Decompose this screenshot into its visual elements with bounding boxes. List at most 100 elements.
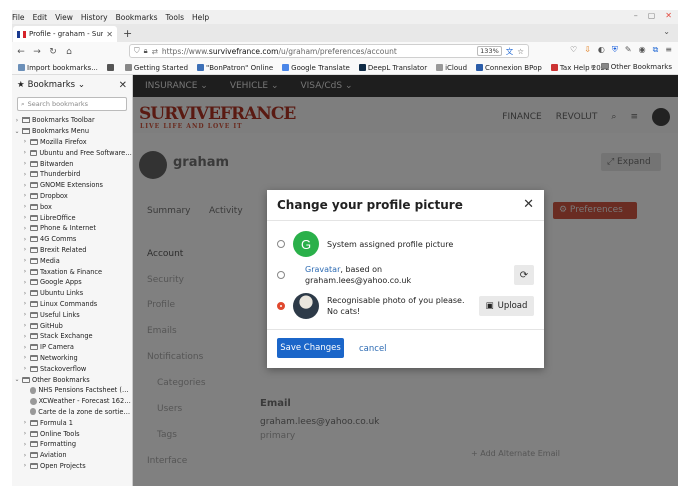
other-bookmarks-folder[interactable]: Other Bookmarks <box>600 63 672 71</box>
bookmark-tree-item[interactable]: › Formatting <box>14 439 132 450</box>
bookmark-tree-item[interactable]: › Stackoverflow <box>14 363 132 374</box>
bookmark-item[interactable]: Connexion BPop <box>476 64 542 72</box>
close-icon[interactable]: ✕ <box>665 11 672 20</box>
chevron-right-icon[interactable]: › <box>22 236 28 243</box>
bookmark-tree-item[interactable]: › GitHub <box>14 320 132 331</box>
option-gravatar[interactable]: Gravatar, based on graham.lees@yahoo.co.… <box>277 264 411 286</box>
lock-icon[interactable]: 🔒︎ <box>144 46 148 56</box>
zoom-level[interactable]: 133% <box>477 46 502 56</box>
chevron-right-icon[interactable]: › <box>22 441 28 448</box>
chevron-right-icon[interactable]: › <box>22 354 28 361</box>
radio-gravatar[interactable] <box>277 271 285 279</box>
chevron-right-icon[interactable]: › <box>22 419 28 426</box>
preferences-nav-item[interactable]: Emails <box>147 326 177 336</box>
option-uploaded-photo[interactable]: Recognisable photo of you please. No cat… <box>277 293 477 319</box>
site-nav-item[interactable]: VISA/CdS ⌄ <box>301 81 353 91</box>
chevron-right-icon[interactable]: › <box>22 214 28 221</box>
chevron-right-icon[interactable]: › <box>22 290 28 297</box>
menu-tools[interactable]: Tools <box>166 13 184 22</box>
new-tab-button[interactable]: + <box>123 26 132 42</box>
chevron-right-icon[interactable]: › <box>22 268 28 275</box>
site-nav-item[interactable]: FINANCE <box>502 112 541 122</box>
chevron-right-icon[interactable]: › <box>22 225 28 232</box>
option-system-avatar[interactable]: G System assigned profile picture <box>277 231 453 257</box>
chevron-right-icon[interactable]: › <box>22 344 28 351</box>
hamburger-menu-icon[interactable]: ≡ <box>630 112 638 122</box>
chevron-down-icon[interactable]: ⌄ <box>14 128 20 135</box>
user-avatar[interactable] <box>652 108 670 126</box>
bookmark-tree-item[interactable]: Carte de la zone de sortie 1 ... <box>14 407 132 418</box>
add-email-link[interactable]: + Add Alternate Email <box>471 449 560 458</box>
tab-activity[interactable]: Activity <box>209 206 243 216</box>
chevron-right-icon[interactable]: › <box>22 311 28 318</box>
gravatar-link[interactable]: Gravatar <box>305 265 340 274</box>
maximize-icon[interactable]: ▢ <box>648 11 656 20</box>
chevron-right-icon[interactable]: › <box>22 452 28 459</box>
bookmark-item[interactable] <box>106 64 116 71</box>
chevron-down-icon[interactable]: ⌄ <box>14 376 20 383</box>
bookmark-tree-item[interactable]: › Mozilla Firefox <box>14 137 132 148</box>
translate-icon[interactable]: 文 <box>506 46 514 57</box>
bookmark-tree-item[interactable]: › Networking <box>14 353 132 364</box>
chevron-right-icon[interactable]: › <box>22 246 28 253</box>
bookmark-tree-item[interactable]: › Brexit Related <box>14 245 132 256</box>
reload-icon[interactable]: ↻ <box>48 47 58 57</box>
menu-bookmarks[interactable]: Bookmarks <box>116 13 158 22</box>
chevron-right-icon[interactable]: › <box>22 279 28 286</box>
bookmark-tree-item[interactable]: › GNOME Extensions <box>14 180 132 191</box>
bookmark-tree-item[interactable]: ⌄ Other Bookmarks <box>14 374 132 385</box>
bookmark-tree-item[interactable]: › LibreOffice <box>14 212 132 223</box>
search-icon[interactable]: ⌕ <box>611 112 616 122</box>
chevron-right-icon[interactable]: › <box>22 203 28 210</box>
preferences-nav-item[interactable]: Security <box>147 275 184 285</box>
chevron-right-icon[interactable]: › <box>22 430 28 437</box>
site-nav-item[interactable]: VEHICLE ⌄ <box>230 81 279 91</box>
dialog-close-icon[interactable]: ✕ <box>523 197 534 212</box>
chevron-right-icon[interactable]: › <box>22 138 28 145</box>
bookmark-tree-item[interactable]: › Thunderbird <box>14 169 132 180</box>
menu-edit[interactable]: Edit <box>33 13 48 22</box>
bookmark-tree-item[interactable]: › Phone & Internet <box>14 223 132 234</box>
bookmark-item[interactable]: Getting Started <box>124 64 188 72</box>
preferences-button[interactable]: ⚙ Preferences <box>553 202 637 219</box>
extension-icon[interactable]: ◐ <box>598 45 605 55</box>
chevron-right-icon[interactable]: › <box>22 160 28 167</box>
extensions-puzzle-icon[interactable]: ⧉ <box>653 45 659 55</box>
minimize-icon[interactable]: – <box>634 11 638 20</box>
upload-button[interactable]: ▣ Upload <box>479 296 534 316</box>
permissions-icon[interactable]: ⇄ <box>152 47 158 56</box>
site-nav-item[interactable]: REVOLUT <box>556 112 598 122</box>
site-nav-item[interactable]: INSURANCE ⌄ <box>145 81 208 91</box>
tab-close-icon[interactable]: ✕ <box>106 30 113 39</box>
menu-view[interactable]: View <box>55 13 73 22</box>
chevron-right-icon[interactable]: › <box>22 462 28 469</box>
tab-profile[interactable]: Profile - graham - Survive ✕ <box>13 26 117 42</box>
home-icon[interactable]: ⌂ <box>64 47 74 57</box>
radio-uploaded-photo[interactable] <box>277 302 285 310</box>
chevron-right-icon[interactable]: › <box>22 365 28 372</box>
preferences-nav-item[interactable]: Notifications <box>147 352 203 362</box>
bookmark-tree-item[interactable]: › Media <box>14 255 132 266</box>
back-arrow-icon[interactable]: ← <box>16 47 26 57</box>
bookmark-tree-item[interactable]: › 4G Comms <box>14 234 132 245</box>
downloads-icon[interactable]: ⇩ <box>584 45 591 55</box>
preferences-nav-item[interactable]: Account <box>147 249 183 259</box>
bookmark-tree-item[interactable]: › box <box>14 201 132 212</box>
bookmark-tree-item[interactable]: › Bitwarden <box>14 158 132 169</box>
bookmark-tree-item[interactable]: › Ubuntu and Free Software li... <box>14 147 132 158</box>
preferences-nav-item[interactable]: Users <box>157 404 182 414</box>
chevron-right-icon[interactable]: › <box>22 149 28 156</box>
bookmark-tree-item[interactable]: › Bookmarks Toolbar <box>14 115 132 126</box>
chevron-right-icon[interactable]: › <box>22 182 28 189</box>
bookmark-item[interactable]: "BonPatron" Online <box>197 64 273 72</box>
shield-icon[interactable]: ⛉ <box>134 46 140 56</box>
save-changes-button[interactable]: Save Changes <box>277 338 344 358</box>
radio-system-avatar[interactable] <box>277 240 285 248</box>
chevron-right-icon[interactable]: › <box>22 257 28 264</box>
url-bar[interactable]: ⛉ 🔒︎ ⇄ https://www.survivefrance.com/u/g… <box>129 44 529 58</box>
bookmark-item[interactable]: Import bookmarks... <box>18 64 98 72</box>
app-menu-icon[interactable]: ≡ <box>665 45 672 55</box>
menu-file[interactable]: File <box>12 13 25 22</box>
bookmark-item[interactable]: DeepL Translator <box>358 64 427 72</box>
sidebar-close-icon[interactable]: ✕ <box>119 80 127 91</box>
